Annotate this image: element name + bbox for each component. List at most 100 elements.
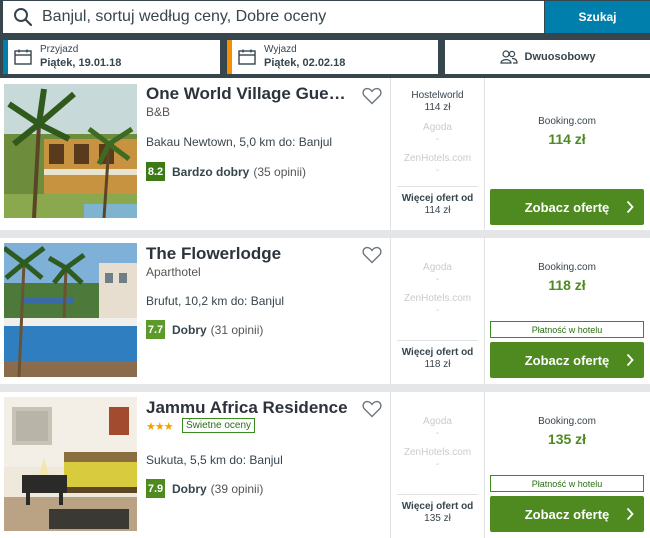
accommodation-type: Aparthotel	[146, 265, 201, 279]
search-input[interactable]: Banjul, sortuj według ceny, Dobre oceny	[3, 1, 544, 33]
checkin-value: Piątek, 19.01.18	[40, 57, 122, 69]
hotel-photo[interactable]	[4, 84, 137, 218]
hotel-location: Bakau Newtown, 5,0 km do: Banjul	[146, 135, 333, 149]
filter-row: Przyjazd Piątek, 19.01.18 Wyjazd Piątek,…	[0, 36, 650, 78]
rating-score: 8.2	[146, 162, 165, 181]
partner-offer[interactable]: Agoda -	[391, 416, 484, 439]
partner-name: ZenHotels.com	[403, 153, 472, 164]
checkout-label: Wyjazd	[264, 44, 297, 55]
hotel-rating[interactable]: 7.7 Dobry (31 opinii)	[146, 320, 263, 339]
heart-icon[interactable]	[362, 246, 382, 264]
view-deal-button[interactable]: Zobacz ofertę	[490, 189, 644, 225]
hotel-result: Jammu Africa Residence ★★★ Świetne oceny…	[0, 392, 650, 538]
more-offers-link[interactable]: Więcej ofert od 114 zł	[397, 186, 478, 217]
partner-name: Hostelworld	[411, 90, 464, 101]
search-bar: Banjul, sortuj według ceny, Dobre oceny …	[0, 0, 650, 36]
best-deal: Booking.com 135 zł	[490, 416, 644, 447]
search-icon	[14, 8, 33, 27]
search-button[interactable]: Szukaj	[545, 1, 650, 33]
view-deal-button[interactable]: Zobacz ofertę	[490, 496, 644, 532]
hotel-photo-image	[4, 84, 137, 218]
view-deal-button[interactable]: Zobacz ofertę	[490, 342, 644, 378]
partner-prices: Agoda - ZenHotels.com -	[391, 416, 484, 470]
chevron-right-icon	[626, 200, 634, 214]
accommodation-type: B&B	[146, 105, 171, 119]
heart-icon[interactable]	[362, 400, 382, 418]
partner-price: -	[435, 274, 440, 285]
review-count: (35 opinii)	[253, 164, 307, 179]
more-offers-price: 135 zł	[424, 513, 451, 524]
divider	[484, 238, 485, 384]
hotel-rating[interactable]: 7.9 Dobry (39 opinii)	[146, 479, 263, 498]
hotel-photo-image	[4, 397, 137, 531]
heart-icon[interactable]	[362, 87, 382, 105]
partner-offer[interactable]: Hostelworld 114 zł	[391, 90, 484, 114]
partner-name: Agoda	[423, 262, 452, 273]
partner-offer[interactable]: ZenHotels.com -	[391, 153, 484, 176]
hotel-name[interactable]: One World Village Guest…	[146, 84, 352, 104]
partner-name: ZenHotels.com	[403, 447, 472, 458]
deal-site: Booking.com	[538, 262, 596, 273]
partner-price: -	[435, 459, 440, 470]
partner-name: Agoda	[423, 416, 452, 427]
more-offers-price: 114 zł	[424, 205, 451, 216]
result-divider	[0, 230, 650, 238]
great-ratings-badge: Świetne oceny	[182, 418, 256, 433]
hotel-name[interactable]: The Flowerlodge	[146, 244, 352, 264]
partner-name: ZenHotels.com	[403, 293, 472, 304]
partner-offer[interactable]: ZenHotels.com -	[391, 447, 484, 470]
partner-offer[interactable]: Agoda -	[391, 122, 484, 145]
calendar-icon	[238, 49, 256, 65]
deal-site: Booking.com	[538, 416, 596, 427]
deal-price: 118 zł	[548, 277, 586, 293]
more-offers-link[interactable]: Więcej ofert od 135 zł	[397, 494, 478, 525]
divider	[484, 78, 485, 230]
partner-price: -	[435, 305, 440, 316]
view-deal-label: Zobacz ofertę	[524, 506, 610, 522]
checkin-label: Przyjazd	[40, 44, 79, 55]
partner-name: Agoda	[423, 122, 452, 133]
partner-price: -	[435, 165, 440, 176]
more-offers-link[interactable]: Więcej ofert od 118 zł	[397, 340, 478, 371]
pay-at-hotel-badge: Płatność w hotelu	[490, 321, 644, 338]
review-count: (31 opinii)	[210, 322, 264, 337]
more-offers-label: Więcej ofert od	[401, 193, 474, 204]
calendar-icon	[14, 49, 32, 65]
rating-text: Bardzo dobry	[172, 164, 250, 179]
view-deal-label: Zobacz ofertę	[524, 199, 610, 215]
partner-price: 114 zł	[424, 102, 451, 113]
hotel-location: Brufut, 10,2 km do: Banjul	[146, 294, 285, 308]
hotel-photo[interactable]	[4, 243, 137, 377]
checkin-date-picker[interactable]: Przyjazd Piątek, 19.01.18	[3, 40, 220, 74]
best-deal: Booking.com 114 zł	[490, 116, 644, 147]
chevron-right-icon	[626, 353, 634, 367]
checkout-date-picker[interactable]: Wyjazd Piątek, 02.02.18	[227, 40, 438, 74]
review-count: (39 opinii)	[210, 481, 264, 496]
hotel-result: One World Village Guest… B&B Bakau Newto…	[0, 78, 650, 230]
hotel-rating[interactable]: 8.2 Bardzo dobry (35 opinii)	[146, 162, 306, 181]
partner-price: -	[435, 134, 440, 145]
search-query: Banjul, sortuj według ceny, Dobre oceny	[42, 8, 327, 25]
more-offers-label: Więcej ofert od	[401, 501, 474, 512]
view-deal-label: Zobacz ofertę	[524, 352, 610, 368]
deal-price: 135 zł	[547, 431, 587, 447]
rating-score: 7.9	[146, 479, 165, 498]
people-icon	[499, 50, 518, 64]
partner-offer[interactable]: Agoda -	[391, 262, 484, 285]
hotel-location: Sukuta, 5,5 km do: Banjul	[146, 453, 283, 467]
partner-offer[interactable]: ZenHotels.com -	[391, 293, 484, 316]
rating-text: Dobry	[172, 481, 207, 496]
more-offers-price: 118 zł	[424, 359, 451, 370]
partner-price: -	[435, 428, 440, 439]
room-type-selector[interactable]: Dwuosobowy	[445, 40, 650, 74]
star-rating: ★★★	[146, 421, 174, 433]
hotel-photo[interactable]	[4, 397, 137, 531]
rating-score: 7.7	[146, 320, 165, 339]
more-offers-label: Więcej ofert od	[401, 347, 474, 358]
deal-site: Booking.com	[538, 116, 596, 127]
rating-text: Dobry	[172, 322, 207, 337]
checkout-value: Piątek, 02.02.18	[264, 57, 346, 69]
hotel-name[interactable]: Jammu Africa Residence	[146, 398, 366, 418]
pay-at-hotel-badge: Płatność w hotelu	[490, 475, 644, 492]
hotel-result: The Flowerlodge Aparthotel Brufut, 10,2 …	[0, 238, 650, 384]
